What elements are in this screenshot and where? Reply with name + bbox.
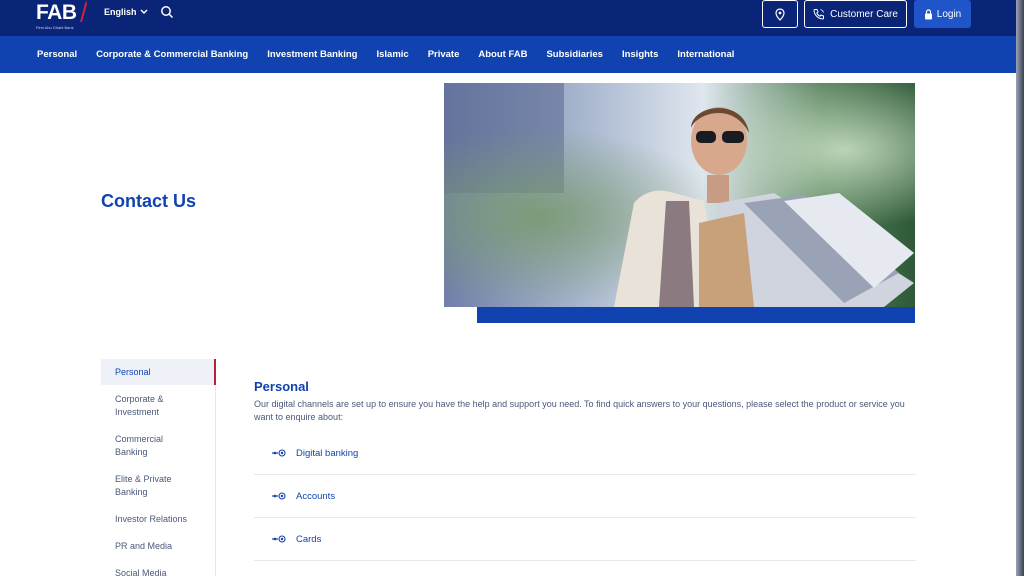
logo-subtitle: First Abu Dhabi Bank	[36, 25, 74, 30]
nav-item-subsidiaries[interactable]: Subsidiaries	[546, 49, 603, 60]
sidebar-item-commercial-banking[interactable]: Commercial Banking	[101, 433, 181, 459]
hero-image	[444, 83, 915, 307]
nav-item-investment-banking[interactable]: Investment Banking	[267, 49, 357, 60]
sidebar-item-corporate-investment[interactable]: Corporate & Investment	[101, 393, 181, 419]
list-item-label: Cards	[296, 533, 322, 545]
section-description: Our digital channels are set up to ensur…	[254, 399, 905, 422]
sidebar-item-pr-media[interactable]: PR and Media	[101, 540, 216, 553]
page: FAB First Abu Dhabi Bank English Custome…	[0, 0, 1024, 576]
sidebar-item-label: Elite & Private Banking	[115, 474, 172, 497]
language-label: English	[104, 7, 137, 17]
arrow-target-icon	[272, 449, 286, 457]
login-label: Login	[936, 8, 962, 20]
nav-item-private[interactable]: Private	[428, 49, 460, 60]
sidebar-item-label: Personal	[115, 366, 151, 377]
nav-item-corporate-commercial[interactable]: Corporate & Commercial Banking	[96, 49, 248, 60]
top-bar: FAB First Abu Dhabi Bank English Custome…	[0, 0, 1024, 36]
logo-mark-icon	[80, 0, 87, 22]
nav-item-about-fab[interactable]: About FAB	[478, 49, 527, 60]
list-item-cards[interactable]: Cards	[254, 518, 916, 561]
search-icon[interactable]	[160, 5, 174, 19]
list-item-label: Digital banking	[296, 447, 359, 459]
main-nav: Personal Corporate & Commercial Banking …	[0, 36, 1024, 73]
sidebar-item-label: Social Media	[115, 568, 167, 576]
page-title: Contact Us	[101, 191, 197, 211]
sidebar-item-label: Corporate & Investment	[115, 394, 164, 417]
sidebar-item-label: PR and Media	[115, 541, 173, 551]
sidebar-item-social-media[interactable]: Social Media	[101, 567, 216, 576]
logo-text: FAB	[36, 1, 77, 24]
list-item-digital-banking[interactable]: Digital banking	[254, 432, 916, 475]
sidebar-item-investor-relations[interactable]: Investor Relations	[101, 513, 216, 526]
section-title: Personal	[254, 379, 309, 394]
list-item-label: Accounts	[296, 490, 336, 502]
window-edge-shadow	[1016, 0, 1024, 576]
sidebar-item-label: Commercial Banking	[115, 434, 164, 457]
customer-care-button[interactable]: Customer Care	[804, 0, 907, 28]
chevron-down-icon	[139, 9, 148, 15]
login-button[interactable]: Login	[914, 0, 971, 28]
sidebar-divider	[215, 385, 216, 576]
hero-photo-illustration	[444, 83, 915, 307]
customer-care-label: Customer Care	[830, 8, 898, 20]
nav-item-personal[interactable]: Personal	[37, 49, 77, 60]
hero-accent-bar	[477, 307, 915, 323]
enquiry-list: Digital banking Accounts Cards	[254, 432, 916, 561]
language-selector[interactable]: English	[104, 7, 148, 17]
nav-item-insights[interactable]: Insights	[622, 49, 658, 60]
list-item-accounts[interactable]: Accounts	[254, 475, 916, 518]
sidebar-item-elite-private[interactable]: Elite & Private Banking	[101, 473, 191, 499]
sidebar-item-personal[interactable]: Personal	[101, 359, 216, 385]
nav-item-international[interactable]: International	[677, 49, 734, 60]
arrow-target-icon	[272, 492, 286, 500]
location-pin-icon	[775, 7, 785, 21]
nav-item-islamic[interactable]: Islamic	[376, 49, 408, 60]
arrow-target-icon	[272, 535, 286, 543]
phone-icon	[813, 9, 825, 20]
branch-locator-button[interactable]	[762, 0, 798, 28]
contact-sidebar: Personal Corporate & Investment Commerci…	[101, 359, 216, 576]
lock-icon	[924, 8, 932, 19]
sidebar-item-label: Investor Relations	[115, 514, 188, 524]
